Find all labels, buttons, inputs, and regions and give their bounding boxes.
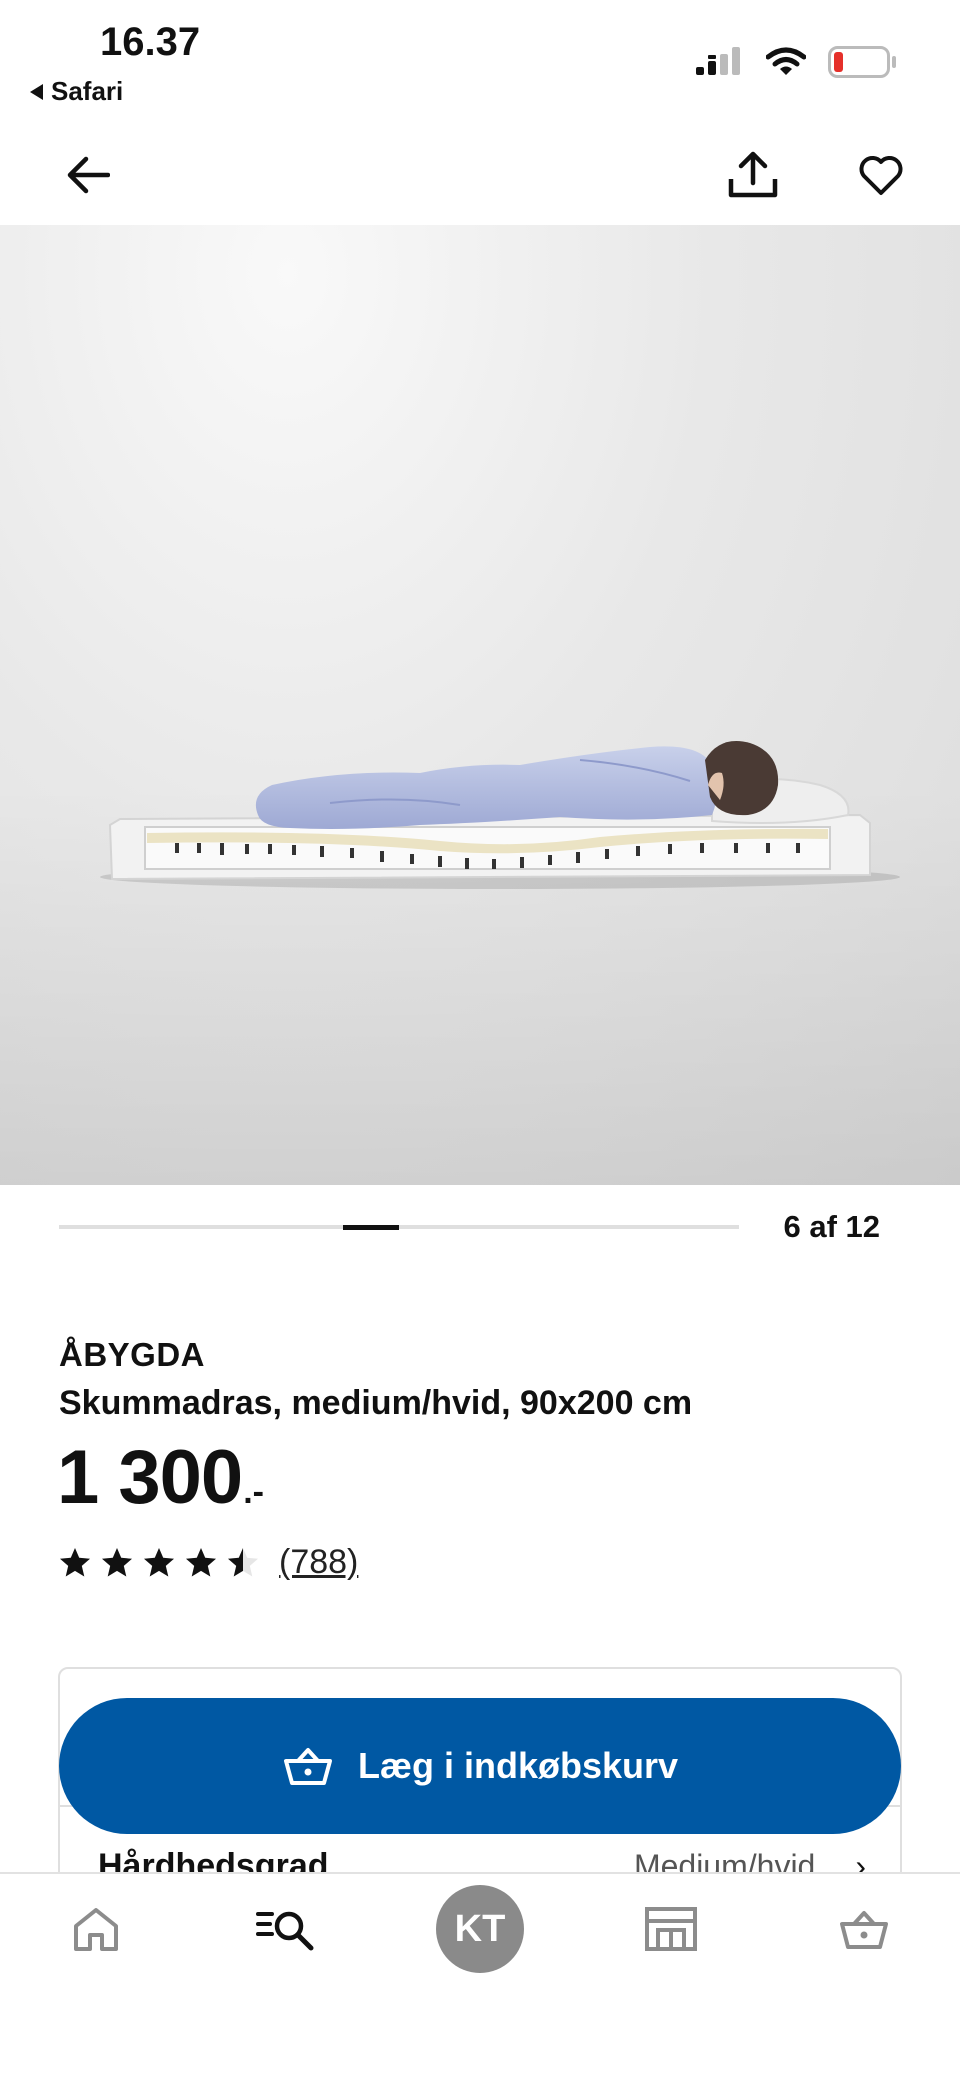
basket-icon [840, 1911, 888, 1949]
back-to-app-link[interactable]: Safari [30, 76, 123, 107]
review-count-link[interactable]: (788) [279, 1543, 358, 1582]
clock: 16.37 [100, 20, 201, 64]
share-icon [728, 151, 778, 198]
star-full-icon [144, 1548, 174, 1577]
status-icons [696, 46, 896, 78]
tab-search[interactable] [226, 1874, 346, 1984]
product-price: 1 300 .- [57, 1440, 264, 1516]
back-button[interactable] [58, 145, 118, 205]
store-icon [645, 1907, 697, 1951]
home-icon [74, 1908, 118, 1951]
price-suffix: .- [243, 1473, 264, 1511]
carousel-position-thumb [342, 1225, 399, 1230]
arrow-left-icon [67, 156, 110, 194]
favorite-button[interactable] [851, 145, 911, 205]
tab-profile[interactable]: KT [420, 1874, 540, 1984]
cellular-signal-icon [696, 47, 740, 75]
carousel-track[interactable] [59, 1225, 739, 1229]
add-to-cart-button[interactable]: Læg i indkøbskurv [59, 1698, 901, 1834]
star-full-icon [60, 1548, 90, 1577]
star-full-icon [186, 1548, 216, 1577]
price-value: 1 300 [57, 1435, 243, 1520]
basket-icon [283, 1748, 332, 1785]
tab-basket[interactable] [804, 1874, 924, 1984]
product-description: Skummadras, medium/hvid, 90x200 cm [59, 1384, 693, 1422]
tab-stores[interactable] [611, 1874, 731, 1984]
top-nav [0, 125, 960, 225]
back-app-label: Safari [51, 76, 124, 106]
battery-icon [828, 46, 896, 78]
mattress-illustration [0, 741, 960, 1185]
status-bar: 16.37 Safari [0, 0, 960, 125]
wifi-icon [766, 47, 806, 75]
product-brand: ÅBYGDA [59, 1336, 206, 1373]
rating-stars [59, 1547, 259, 1578]
search-icon [256, 1911, 314, 1951]
image-counter: 6 af 12 [783, 1209, 880, 1244]
heart-icon [859, 156, 903, 195]
star-half-icon [228, 1548, 258, 1577]
product-rating[interactable]: (788) [59, 1543, 358, 1582]
image-carousel-indicator: 6 af 12 [0, 1185, 960, 1270]
add-to-cart-label: Læg i indkøbskurv [357, 1745, 679, 1786]
tab-home[interactable] [36, 1874, 156, 1984]
back-triangle-icon [30, 83, 43, 100]
share-button[interactable] [723, 145, 783, 205]
star-full-icon [102, 1548, 132, 1577]
product-image[interactable] [0, 225, 960, 1185]
profile-avatar: KT [436, 1885, 524, 1973]
bottom-tab-bar: KT [0, 1872, 960, 2078]
